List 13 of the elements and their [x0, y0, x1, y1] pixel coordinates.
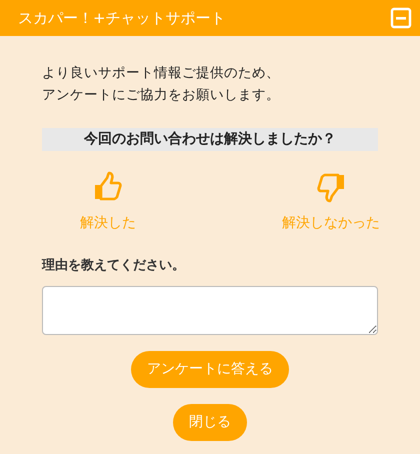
question-heading: 今回のお問い合わせは解決しましたか？	[42, 128, 378, 151]
reason-label: 理由を教えてください。	[40, 257, 186, 275]
answer-option[interactable]: 解決しなかった	[282, 171, 380, 234]
close-button[interactable]: 閉じる	[173, 404, 247, 440]
reason-field[interactable]	[42, 286, 378, 334]
survey-button[interactable]: アンケートに答える	[131, 350, 289, 388]
intro-text: アンケートにご協力をお願いします。	[42, 86, 281, 105]
thumbs-down-icon	[315, 171, 347, 203]
intro-text: より良いサポート情報ご提供のため、	[42, 64, 281, 83]
window-title: スカパー！+チャットサポート	[18, 8, 226, 29]
answer-option[interactable]: 解決した	[80, 171, 136, 234]
minimize-icon[interactable]	[390, 7, 412, 29]
thumbs-up-icon	[92, 171, 124, 203]
